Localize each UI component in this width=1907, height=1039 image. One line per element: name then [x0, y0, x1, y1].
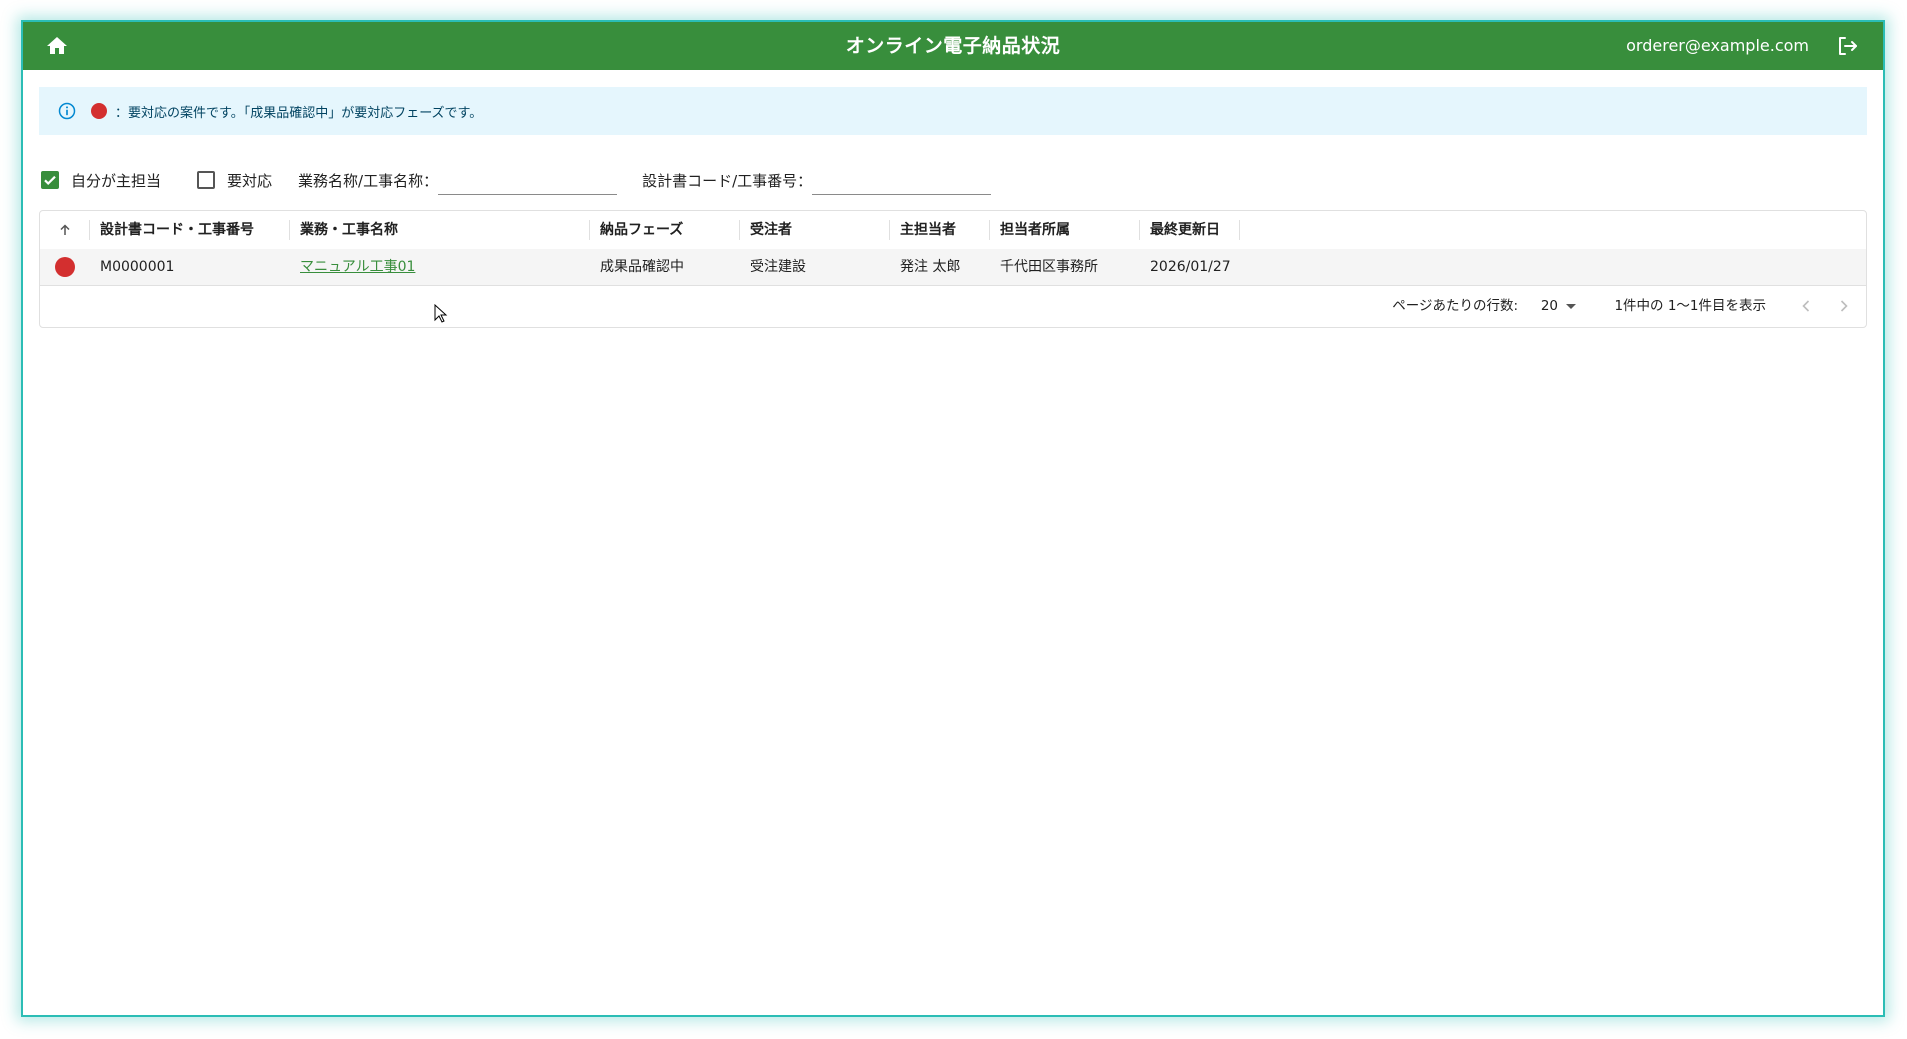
project-name-input[interactable] [438, 165, 618, 195]
column-header-updated[interactable]: 最終更新日 [1140, 211, 1240, 249]
page-title: オンライン電子納品状況 [845, 35, 1061, 57]
logout-icon[interactable] [1835, 34, 1859, 58]
column-header-owner[interactable]: 主担当者 [890, 211, 990, 249]
code-label: 設計書コード/工事番号： [642, 171, 813, 190]
column-header-department[interactable]: 担当者所属 [990, 211, 1140, 249]
column-header-name[interactable]: 業務・工事名称 [290, 211, 590, 249]
needs-action-checkbox[interactable]: 要対応 [197, 170, 272, 191]
app-bar: オンライン電子納品状況 orderer@example.com [23, 22, 1883, 70]
rows-per-page-value: 20 [1540, 298, 1558, 314]
user-email: orderer@example.com [1626, 36, 1809, 55]
my-primary-label: 自分が主担当 [71, 171, 162, 190]
project-name-field: 業務名称/工事名称： [298, 165, 618, 195]
table-header: 設計書コード・工事番号 業務・工事名称 納品フェーズ 受注者 主担当者 担当者所… [40, 211, 1866, 250]
needs-action-indicator-icon [55, 257, 75, 277]
cell-name: マニュアル工事01 [290, 249, 590, 285]
row-status [40, 249, 90, 285]
code-input[interactable] [812, 165, 992, 195]
cell-phase: 成果品確認中 [600, 259, 684, 275]
cell-department: 千代田区事務所 [1000, 259, 1098, 275]
sort-arrow-icon[interactable] [40, 211, 90, 249]
filter-bar: 自分が主担当 要対応 業務名称/工事名称： 設計書コード/工事番号： [41, 152, 1867, 208]
cell-owner: 発注 太郎 [900, 259, 961, 275]
cell-updated: 2026/01/27 [1150, 259, 1231, 275]
cell-code: M0000001 [100, 259, 175, 275]
column-header-phase[interactable]: 納品フェーズ [590, 211, 740, 249]
column-header-contractor[interactable]: 受注者 [740, 211, 890, 249]
needs-action-indicator-icon [91, 103, 107, 119]
my-primary-checkbox[interactable]: 自分が主担当 [41, 170, 161, 191]
pagination-range: 1件中の 1〜1件目を表示 [1614, 298, 1766, 314]
rows-per-page-select[interactable]: 20 [1541, 286, 1576, 326]
checkbox-unchecked-icon[interactable] [197, 171, 216, 189]
needs-action-label: 要対応 [227, 171, 273, 190]
table-pagination: ページあたりの行数: 20 1件中の 1〜1件目を表示 [40, 286, 1866, 326]
mouse-cursor-icon [434, 304, 448, 323]
app-window: オンライン電子納品状況 orderer@example.com ：要対応の案件で… [21, 20, 1885, 1017]
cell-contractor: 受注建設 [750, 259, 806, 275]
column-header-code[interactable]: 設計書コード・工事番号 [90, 211, 290, 249]
info-icon [58, 102, 76, 120]
project-name-label: 業務名称/工事名称： [298, 171, 439, 190]
previous-page-icon[interactable] [1794, 294, 1818, 318]
results-table: 設計書コード・工事番号 業務・工事名称 納品フェーズ 受注者 主担当者 担当者所… [39, 210, 1867, 328]
table-row[interactable]: M0000001 マニュアル工事01 成果品確認中 受注建設 発注 太郎 千代田… [40, 249, 1866, 286]
code-field: 設計書コード/工事番号： [642, 165, 992, 195]
info-text: ：要対応の案件です。「成果品確認中」が要対応フェーズです。 [115, 105, 483, 121]
project-name-link[interactable]: マニュアル工事01 [300, 259, 415, 275]
dropdown-caret-icon [1566, 303, 1576, 309]
rows-per-page-label: ページあたりの行数: [1392, 298, 1518, 314]
next-page-icon[interactable] [1832, 294, 1856, 318]
checkbox-checked-icon[interactable] [41, 171, 59, 189]
info-banner: ：要対応の案件です。「成果品確認中」が要対応フェーズです。 [39, 87, 1867, 135]
